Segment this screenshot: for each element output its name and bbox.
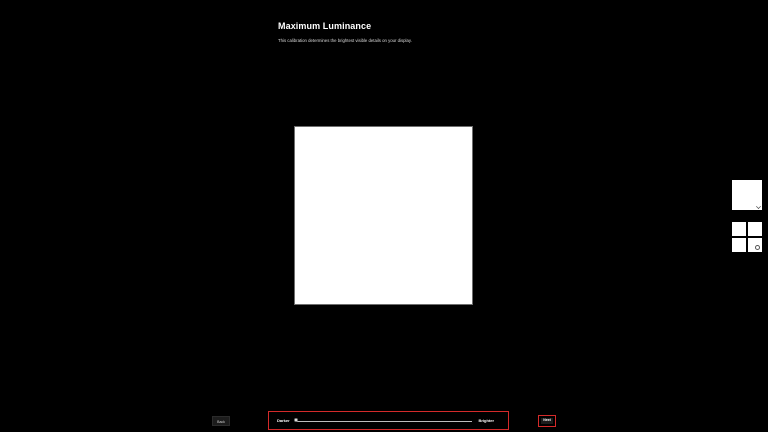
calibration-screen: Maximum Luminance This calibration deter… [0,0,768,432]
page-subtitle: This calibration determines the brightes… [278,38,412,43]
slider-min-label: Darker [277,418,290,423]
brightness-slider-track[interactable] [294,418,472,422]
reference-swatch-solid[interactable] [732,180,762,210]
next-button-label: Next [541,418,553,424]
grid-cell [732,238,746,252]
grid-cell [732,222,746,236]
grid-cell [748,222,762,236]
slider-max-label: Brighter [478,418,494,423]
brightness-slider-thumb[interactable] [294,418,298,422]
circle-icon [755,245,760,250]
next-button[interactable]: Next [538,415,556,427]
check-icon [756,204,761,209]
back-button[interactable]: Back [212,416,230,426]
luminance-test-pattern [294,126,473,305]
brightness-slider-container: Darker Brighter [268,411,509,430]
page-title: Maximum Luminance [278,21,372,31]
reference-swatch-grid[interactable] [732,222,762,252]
